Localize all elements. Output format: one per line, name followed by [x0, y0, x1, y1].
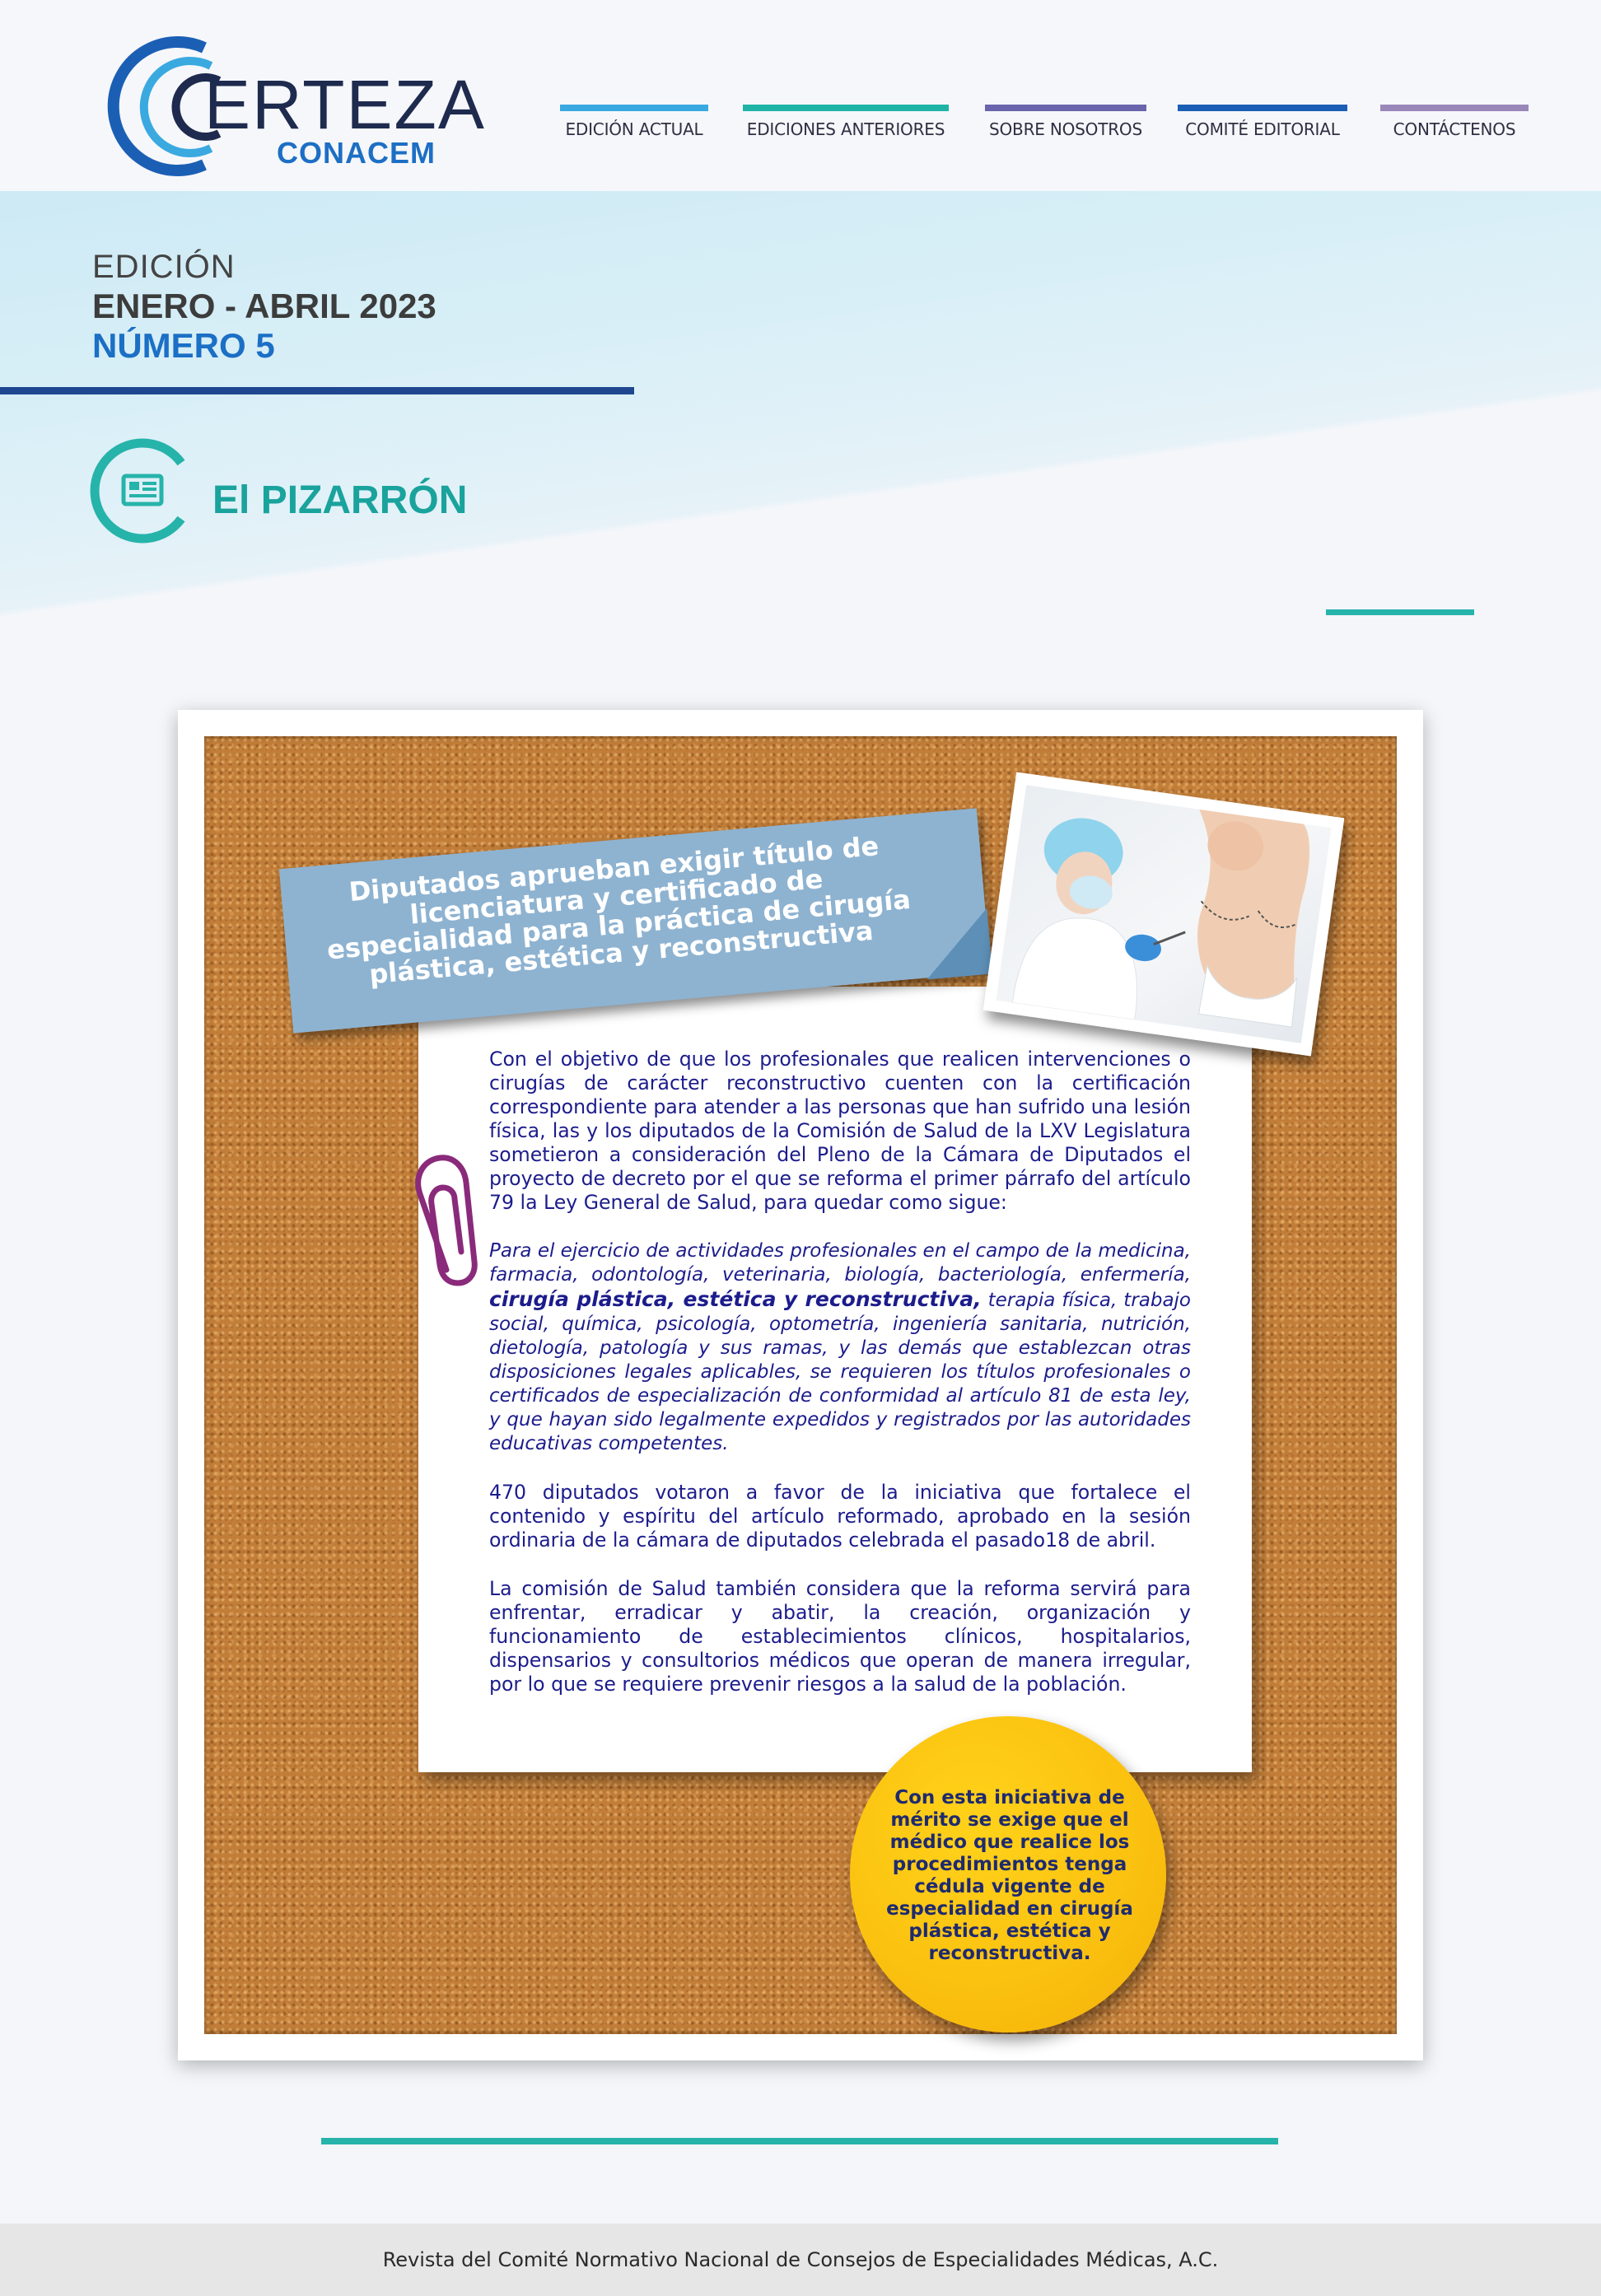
nav-label: COMITÉ EDITORIAL: [1185, 119, 1340, 139]
nav-bar: [560, 105, 708, 111]
nav-bar: [985, 105, 1146, 111]
edition-label: EDICIÓN: [92, 249, 236, 285]
site-header: ERTEZA CONACEM EDICIÓN ACTUAL EDICIONES …: [0, 0, 1601, 191]
section-title: El PIZARRÓN: [212, 478, 468, 522]
nav-label: SOBRE NOSOTROS: [989, 119, 1142, 139]
footer-text: Revista del Comité Normativo Nacional de…: [382, 2248, 1219, 2271]
nav-item-ediciones-anteriores[interactable]: EDICIONES ANTERIORES: [743, 105, 949, 154]
edition-banner: [0, 191, 1601, 642]
nav-label: EDICIÓN ACTUAL: [565, 119, 703, 139]
article-paragraph: 470 diputados votaron a favor de la inic…: [489, 1481, 1191, 1552]
nav-bar: [1380, 105, 1529, 111]
nav-label: CONTÁCTENOS: [1393, 119, 1516, 139]
quote-emphasis: cirugía plástica, estética y reconstruct…: [489, 1287, 982, 1311]
edition-divider: [0, 387, 634, 394]
quote-text: terapia física, trabajo social, química,…: [489, 1290, 1192, 1454]
nav-item-contactenos[interactable]: CONTÁCTENOS: [1380, 105, 1529, 154]
paperclip-icon: [407, 1146, 481, 1286]
page-curl-icon: [921, 908, 993, 980]
nav-item-sobre-nosotros[interactable]: SOBRE NOSOTROS: [985, 105, 1146, 154]
nav-bar: [1178, 105, 1347, 111]
article-paragraph: Con el objetivo de que los profesionales…: [489, 1048, 1191, 1214]
photo-image: [996, 785, 1332, 1043]
callout-text: Con esta iniciativa de mérito se exige q…: [886, 1787, 1133, 1964]
footer-divider: [321, 2138, 1278, 2144]
nav-item-comite-editorial[interactable]: COMITÉ EDITORIAL: [1178, 105, 1347, 154]
nav-bar: [743, 105, 949, 111]
nav-label: EDICIONES ANTERIORES: [746, 119, 945, 139]
edition-date: ENERO - ABRIL 2023: [92, 287, 436, 325]
quote-text: Para el ejercicio de actividades profesi…: [489, 1240, 1191, 1286]
article-body: Con el objetivo de que los profesionales…: [489, 1048, 1191, 1721]
nav-item-edicion-actual[interactable]: EDICIÓN ACTUAL: [560, 105, 708, 154]
main-nav: EDICIÓN ACTUAL EDICIONES ANTERIORES SOBR…: [0, 105, 1601, 154]
surgery-photo: [983, 772, 1345, 1057]
article-paragraph: La comisión de Salud también considera q…: [489, 1577, 1191, 1696]
accent-divider: [1326, 609, 1474, 615]
site-footer: Revista del Comité Normativo Nacional de…: [0, 2224, 1601, 2296]
edition-number: NÚMERO 5: [92, 326, 275, 365]
article-quote: Para el ejercicio de actividades profesi…: [489, 1239, 1191, 1456]
newspaper-icon: [89, 438, 194, 544]
